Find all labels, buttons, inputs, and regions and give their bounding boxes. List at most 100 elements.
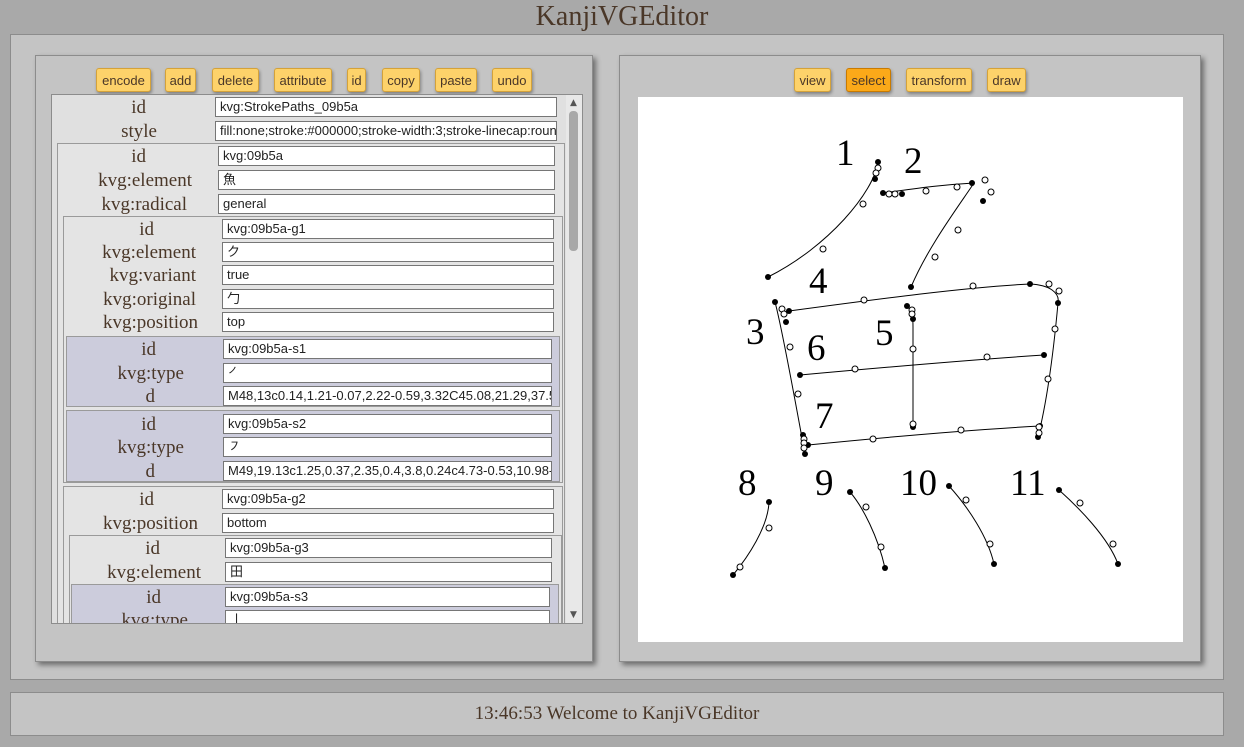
s1-type-field[interactable]: ㇒	[223, 363, 552, 383]
paste-button[interactable]: paste	[435, 68, 477, 92]
draw-mode-button[interactable]: draw	[987, 68, 1026, 92]
add-button[interactable]: add	[165, 68, 196, 92]
s3-id-field[interactable]: kvg:09b5a-s3	[225, 587, 550, 607]
tree-content: id kvg:StrokePaths_09b5a style fill:none…	[52, 95, 566, 624]
handle-point	[953, 183, 961, 191]
app-title: KanjiVGEditor	[535, 1, 709, 32]
stroke-number-2: 2	[904, 141, 923, 182]
scroll-thumb[interactable]	[569, 111, 578, 251]
s1-id-field[interactable]: kvg:09b5a-s1	[223, 339, 552, 359]
attr-label: kvg:type	[117, 363, 185, 384]
g3-id-field[interactable]: kvg:09b5a-g3	[225, 538, 552, 558]
kanji-element-field[interactable]: 魚	[218, 170, 555, 190]
s1-d-field[interactable]: M48,13c0.14,1.21-0.07,2.22-0.59,3.32C45.…	[223, 386, 552, 406]
copy-button[interactable]: copy	[382, 68, 420, 92]
drawing-canvas[interactable]: 1 2 3 4 5 6 7 8 9 10 11	[638, 97, 1183, 642]
s2-type-field[interactable]: ㇇	[223, 437, 552, 457]
g2-position-field[interactable]: bottom	[222, 513, 554, 533]
stroke-number-10: 10	[900, 463, 937, 504]
handle-point	[1035, 423, 1043, 431]
g1-position-field[interactable]: top	[222, 312, 554, 332]
kanji-id-field[interactable]: kvg:09b5a	[218, 146, 555, 166]
stroke-s1[interactable]: id kvg:09b5a-s1 kvg:type ㇒ d M48,13c0.14…	[66, 336, 560, 407]
s2-d-field[interactable]: M49,19.13c1.25,0.37,2.35,0.4,3.8,0.24c4.…	[223, 461, 552, 481]
root-style-field[interactable]: fill:none;stroke:#000000;stroke-width:3;…	[215, 121, 557, 141]
id-button[interactable]: id	[347, 68, 366, 92]
handle-point	[877, 543, 885, 551]
control-point	[783, 319, 789, 325]
attr-label: kvg:original	[103, 289, 196, 310]
kanji-stroke-svg[interactable]: 1 2 3 4 5 6 7 8 9 10 11	[638, 97, 1183, 642]
undo-button[interactable]: undo	[492, 68, 532, 92]
handle-point	[1035, 429, 1043, 437]
delete-button[interactable]: delete	[212, 68, 259, 92]
g1-element-field[interactable]: ク	[222, 242, 554, 262]
attribute-button[interactable]: attribute	[274, 68, 332, 92]
main-panel: encode add delete attribute id copy past…	[10, 34, 1224, 680]
g1-id-field[interactable]: kvg:09b5a-g1	[222, 219, 554, 239]
g1-original-field[interactable]: 勹	[222, 289, 554, 309]
handle-point	[962, 496, 970, 504]
stroke-number-11: 11	[1010, 463, 1046, 504]
control-point	[880, 190, 886, 196]
stroke-path-3	[774, 301, 806, 455]
encode-button[interactable]: encode	[96, 68, 151, 92]
handle-point	[819, 245, 827, 253]
select-mode-button[interactable]: select	[846, 68, 891, 92]
attr-label: id	[131, 97, 146, 118]
control-point	[1115, 561, 1121, 567]
attr-label: id	[145, 538, 160, 559]
handle-point	[969, 282, 977, 290]
attr-label: id	[146, 587, 161, 608]
kanji-radical-field[interactable]: general	[218, 194, 555, 214]
control-point	[772, 299, 778, 305]
attr-label: kvg:type	[121, 610, 189, 624]
stroke-number-4: 4	[809, 261, 828, 302]
handle-point	[908, 310, 916, 318]
xml-tree-view[interactable]: id kvg:StrokePaths_09b5a style fill:none…	[51, 94, 583, 624]
attr-label: id	[131, 146, 146, 167]
control-point	[1027, 281, 1033, 287]
control-point	[908, 284, 914, 290]
scroll-down-icon[interactable]: ▼	[570, 610, 577, 620]
handle-point	[986, 540, 994, 548]
group-g2: id kvg:09b5a-g2 kvg:position bottom id k…	[63, 486, 563, 624]
control-point	[875, 159, 881, 165]
attr-label: kvg:type	[117, 437, 185, 458]
handle-point	[765, 524, 773, 532]
stroke-s2[interactable]: id kvg:09b5a-s2 kvg:type ㇇ d M49,19.13c1…	[66, 410, 560, 482]
control-point	[882, 565, 888, 571]
stroke-path-10	[948, 485, 995, 565]
handle-point	[1051, 325, 1059, 333]
scroll-up-icon[interactable]: ▲	[570, 98, 577, 108]
stroke-path-5	[906, 305, 914, 427]
g3-element-field[interactable]: 田	[225, 562, 552, 582]
s3-type-field[interactable]: ㇑	[225, 610, 550, 623]
stroke-path-6	[799, 354, 1045, 376]
transform-mode-button[interactable]: transform	[906, 68, 972, 92]
stroke-s3[interactable]: id kvg:09b5a-s3 kvg:type ㇑	[71, 584, 559, 624]
g2-id-field[interactable]: kvg:09b5a-g2	[222, 489, 554, 509]
handle-point	[885, 190, 893, 198]
stroke-path-1	[767, 161, 879, 278]
view-mode-button[interactable]: view	[794, 68, 831, 92]
handle-point	[931, 253, 939, 261]
status-bar: 13:46:53 Welcome to KanjiVGEditor	[10, 692, 1224, 736]
tree-scrollbar[interactable]: ▲ ▼	[566, 95, 582, 623]
handle-point	[780, 310, 788, 318]
handle-point	[794, 390, 802, 398]
attr-label: id	[139, 219, 154, 240]
group-g3: id kvg:09b5a-g3 kvg:element 田 id kvg:09b…	[69, 535, 562, 624]
handle-point	[954, 226, 962, 234]
control-point	[1041, 352, 1047, 358]
g1-variant-field[interactable]: true	[222, 265, 554, 285]
handle-point	[1109, 540, 1117, 548]
attr-label: style	[121, 121, 157, 142]
handle-point	[800, 444, 808, 452]
handle-point	[851, 365, 859, 373]
handle-point	[909, 420, 917, 428]
attr-label: d	[145, 461, 156, 482]
s2-id-field[interactable]: kvg:09b5a-s2	[223, 414, 552, 434]
attr-label: kvg:position	[102, 513, 198, 534]
root-id-field[interactable]: kvg:StrokePaths_09b5a	[215, 97, 557, 117]
